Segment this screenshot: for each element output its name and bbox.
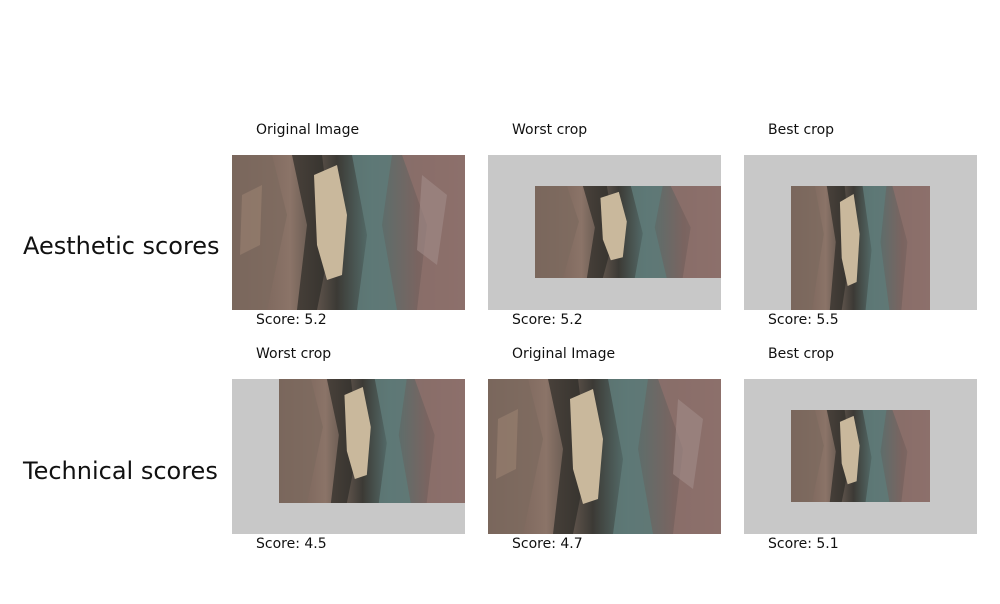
technical-row-label: Technical scores <box>23 457 218 485</box>
caption-aesthetic-original: Original Image <box>256 122 360 138</box>
score-aesthetic-best: Score: 5.5 <box>768 312 839 328</box>
rock-image <box>791 410 930 502</box>
rock-image <box>488 379 721 534</box>
aesthetic-worst-panel <box>488 155 721 310</box>
score-technical-worst: Score: 4.5 <box>256 536 327 552</box>
caption-aesthetic-worst: Worst crop <box>512 122 588 138</box>
technical-worst-panel <box>232 379 465 534</box>
caption-technical-original: Original Image <box>512 346 616 362</box>
aesthetic-best-panel <box>744 155 977 310</box>
rock-image <box>232 155 465 310</box>
rock-image <box>535 186 721 278</box>
technical-original-panel <box>488 379 721 534</box>
aesthetic-row-label: Aesthetic scores <box>23 232 220 260</box>
score-aesthetic-original: Score: 5.2 <box>256 312 327 328</box>
aesthetic-original-panel <box>232 155 465 310</box>
score-technical-best: Score: 5.1 <box>768 536 839 552</box>
caption-technical-best: Best crop <box>768 346 835 362</box>
caption-technical-worst: Worst crop <box>256 346 332 362</box>
score-aesthetic-worst: Score: 5.2 <box>512 312 583 328</box>
caption-aesthetic-best: Best crop <box>768 122 835 138</box>
score-technical-original: Score: 4.7 <box>512 536 583 552</box>
rock-image <box>279 379 465 503</box>
technical-best-panel <box>744 379 977 534</box>
rock-image <box>791 186 930 310</box>
